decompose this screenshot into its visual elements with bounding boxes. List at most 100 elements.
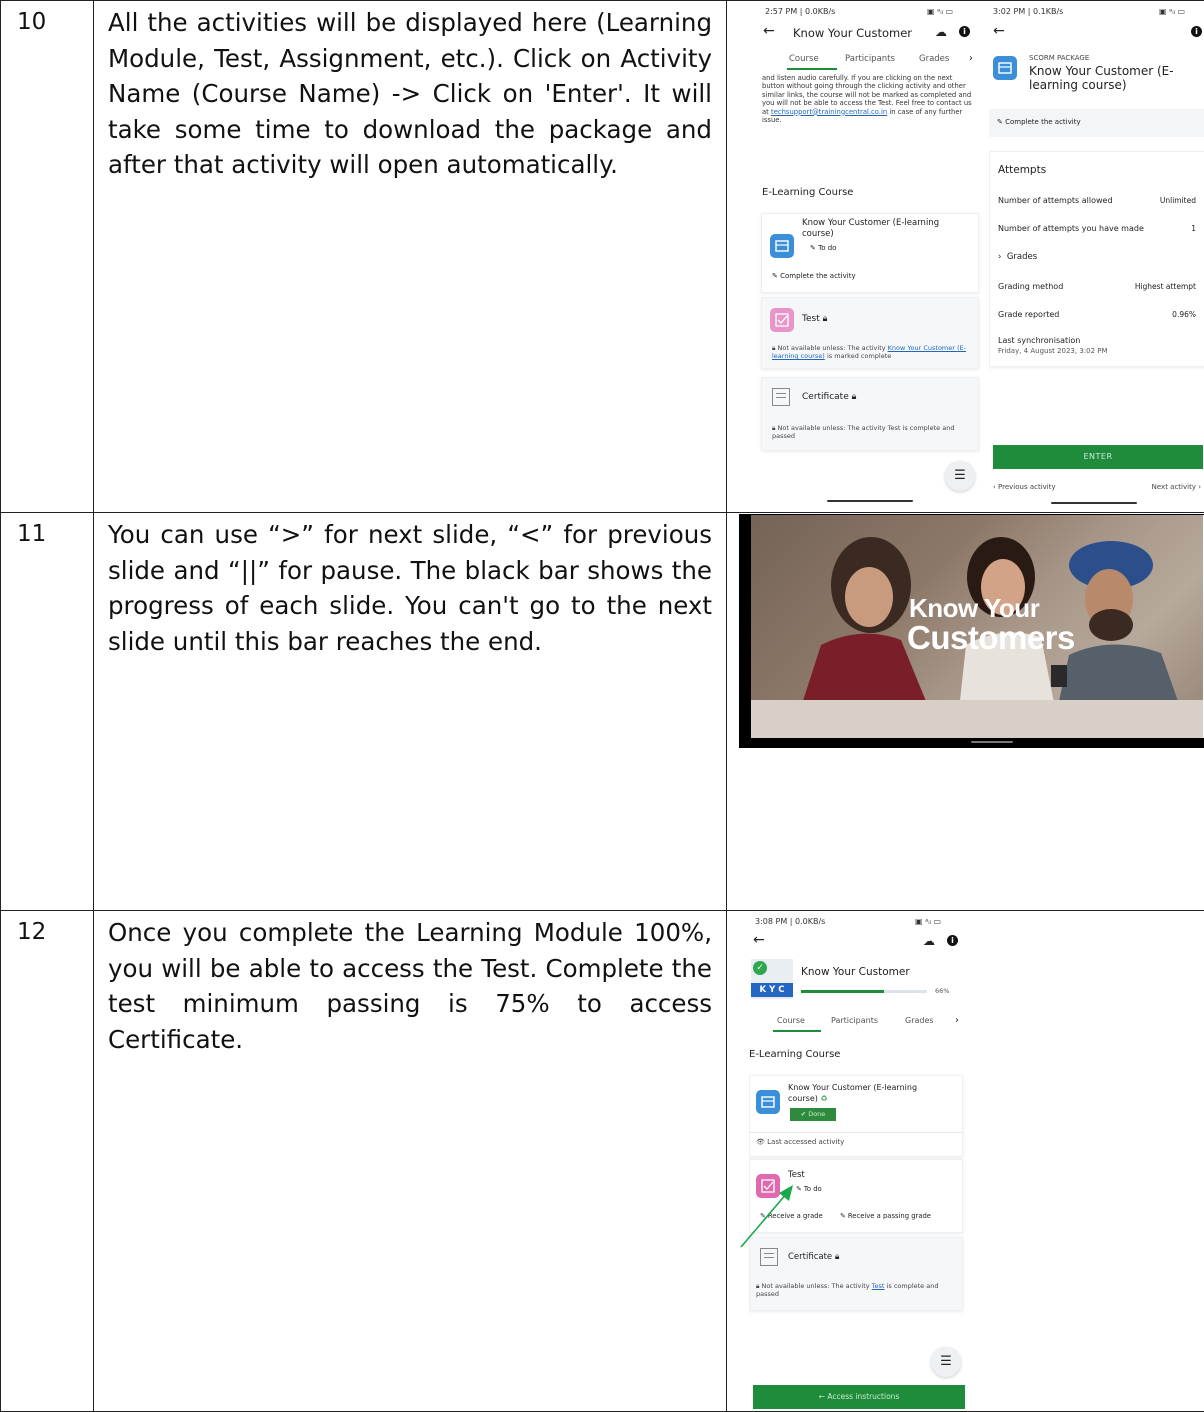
step-number: 11 — [1, 513, 94, 911]
progress-track — [801, 990, 927, 993]
lock-icon: 🔒︎ — [823, 314, 828, 324]
course-title: Know Your Customer — [801, 966, 910, 978]
section-title: E-Learning Course — [762, 187, 853, 198]
back-arrow-icon[interactable]: ← — [753, 932, 765, 948]
cloud-download-icon[interactable]: ☁ — [935, 25, 947, 39]
active-tab-indicator — [787, 68, 837, 70]
check-icon: ✓ — [753, 961, 767, 975]
grades-expander[interactable]: › Grades — [998, 252, 1037, 262]
intro-text: and listen audio carefully. If you are c… — [762, 74, 972, 124]
step-text: Once you complete the Learning Module 10… — [94, 911, 727, 1412]
tab-grades[interactable]: Grades — [919, 54, 949, 64]
completion-condition: ✎ Complete the activity — [997, 118, 1081, 126]
grading-method-value: Highest attempt — [1135, 282, 1196, 291]
course-progress-screen: 3:08 PM | 0.0KB/s ▣ ᵃᵢₗ ▭ ← ☁ i ✓ K Y C … — [749, 915, 969, 1409]
cloud-download-icon[interactable]: ☁ — [923, 934, 935, 948]
completion-condition: ✎ Complete the activity — [772, 272, 856, 280]
step-screenshot: Know Your Customers ≡ II ‹ › ⁜ — [727, 513, 1204, 911]
completion-icon: ♻ — [820, 1094, 827, 1103]
condition-passing-grade: ✎ Receive a passing grade — [840, 1212, 931, 1220]
activity-name[interactable]: Know Your Customer (E-learning course) — [802, 218, 952, 240]
grade-reported-value: 0.96% — [1172, 310, 1196, 319]
attempts-card: Attempts Number of attempts allowed Unli… — [989, 151, 1204, 367]
scorm-package-icon — [756, 1090, 780, 1114]
activity-name[interactable]: Certificate 🔒︎ — [788, 1252, 839, 1262]
edit-icon: ✎ — [810, 244, 816, 252]
quiz-icon — [770, 308, 794, 332]
info-icon[interactable]: i — [1191, 26, 1202, 37]
course-screen: 2:57 PM | 0.0KB/s ▣ ᵃᵢₗ ▭ ← Know Your Cu… — [757, 3, 985, 509]
attempts-allowed-label: Number of attempts allowed — [998, 196, 1113, 205]
step-text: All the activities will be displayed her… — [94, 1, 727, 513]
activity-name[interactable]: Test 🔒︎ — [802, 314, 827, 324]
activity-name[interactable]: Certificate 🔒︎ — [802, 392, 856, 402]
chevron-right-icon[interactable]: › — [955, 1015, 959, 1026]
tab-course[interactable]: Course — [777, 1016, 805, 1025]
table-row: 10 All the activities will be displayed … — [1, 1, 1204, 513]
activity-name[interactable]: Know Your Customer (E-learning course) ♻ — [788, 1082, 938, 1104]
home-indicator — [1051, 502, 1137, 504]
progress-label: 66% — [935, 987, 949, 995]
edit-icon: ✎ — [997, 118, 1003, 126]
restriction-text: 🔒︎ Not available unless: The activity Te… — [756, 1282, 960, 1298]
next-activity-link[interactable]: Next activity › — [1152, 483, 1201, 491]
enter-button[interactable]: ENTER — [993, 445, 1203, 469]
info-icon[interactable]: i — [947, 935, 958, 946]
lock-icon: 🔒︎ — [852, 392, 857, 402]
tab-participants[interactable]: Participants — [831, 1016, 878, 1025]
status-bar-signal: ▣ ᵃᵢₗ ▭ — [915, 917, 941, 926]
home-indicator — [971, 741, 1013, 743]
todo-badge: ✎ To do — [810, 244, 836, 252]
lock-icon: 🔒︎ — [772, 344, 775, 352]
step-screenshot: 3:08 PM | 0.0KB/s ▣ ᵃᵢₗ ▭ ← ☁ i ✓ K Y C … — [727, 911, 1204, 1412]
attempts-made-value: 1 — [1191, 224, 1196, 233]
eye-icon: 👁︎ — [756, 1138, 765, 1146]
activity-card-elearning[interactable]: Know Your Customer (E-learning course) ✎… — [761, 213, 979, 293]
status-bar-signal: ▣ ᵃᵢₗ ▭ — [927, 7, 953, 16]
activity-card-elearning[interactable]: Know Your Customer (E-learning course) ♻… — [749, 1075, 963, 1157]
activity-card-certificate[interactable]: Certificate 🔒︎ 🔒︎ Not available unless: … — [761, 377, 979, 451]
lock-icon: 🔒︎ — [772, 424, 775, 432]
step-text: You can use “>” for next slide, “<” for … — [94, 513, 727, 911]
status-bar-time: 3:02 PM | 0.1KB/s — [993, 7, 1063, 16]
activity-card-test[interactable]: Test 🔒︎ 🔒︎ Not available unless: The act… — [761, 297, 979, 369]
access-instructions-button[interactable]: ← Access instructions — [753, 1385, 965, 1409]
scorm-package-icon — [993, 56, 1017, 80]
tab-course[interactable]: Course — [789, 54, 819, 64]
chevron-right-icon[interactable]: › — [969, 53, 973, 64]
status-bar-time: 3:08 PM | 0.0KB/s — [755, 917, 825, 926]
attempts-made-label: Number of attempts you have made — [998, 224, 1144, 233]
info-icon[interactable]: i — [959, 26, 970, 37]
chevron-right-icon: › — [998, 252, 1001, 262]
step-number: 10 — [1, 1, 94, 513]
slide-player: Know Your Customers ≡ II ‹ › ⁜ — [739, 514, 1204, 748]
logo-text: K Y C — [751, 983, 793, 997]
course-logo: ✓ K Y C — [751, 959, 793, 999]
last-sync-label: Last synchronisation — [998, 336, 1080, 345]
attempts-allowed-value: Unlimited — [1160, 196, 1196, 205]
course-index-icon[interactable]: ☰ — [945, 461, 975, 491]
activity-link[interactable]: Test — [872, 1282, 885, 1290]
step-number: 12 — [1, 911, 94, 1412]
tab-participants[interactable]: Participants — [845, 54, 895, 64]
grade-reported-label: Grade reported — [998, 310, 1059, 319]
edit-icon: ✎ — [772, 272, 778, 280]
course-index-icon[interactable]: ☰ — [931, 1347, 961, 1377]
restriction-text: 🔒︎ Not available unless: The activity Kn… — [772, 344, 972, 360]
support-email-link[interactable]: techsupport@trainingcentral.co.in — [771, 108, 887, 116]
attempts-title: Attempts — [998, 164, 1046, 176]
restriction-text: 🔒︎ Not available unless: The activity Te… — [772, 424, 972, 440]
progress-fill — [801, 990, 884, 993]
previous-activity-link[interactable]: ‹ Previous activity — [993, 483, 1056, 491]
status-bar-time: 2:57 PM | 0.0KB/s — [765, 7, 835, 16]
scorm-detail-screen: 3:02 PM | 0.1KB/s ▣ ᵃᵢₗ ▭ ← i SCORM PACK… — [989, 3, 1204, 509]
slide-image: Know Your Customers — [751, 515, 1203, 738]
edit-icon: ✎ — [840, 1212, 846, 1220]
scorm-package-icon — [770, 234, 794, 258]
lock-icon: 🔒︎ — [756, 1282, 759, 1290]
annotation-arrow — [737, 1171, 807, 1251]
table-row: 12 Once you complete the Learning Module… — [1, 911, 1204, 1412]
back-arrow-icon[interactable]: ← — [763, 23, 775, 39]
tab-grades[interactable]: Grades — [905, 1016, 934, 1025]
back-arrow-icon[interactable]: ← — [993, 23, 1005, 39]
